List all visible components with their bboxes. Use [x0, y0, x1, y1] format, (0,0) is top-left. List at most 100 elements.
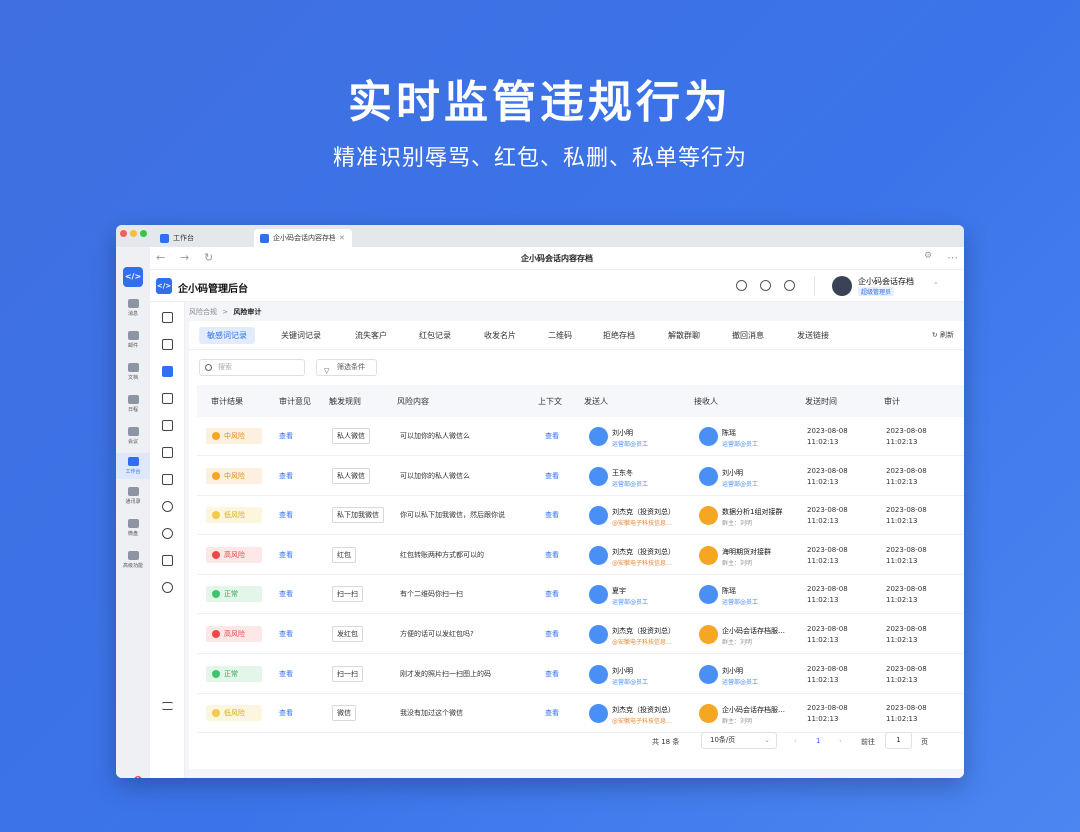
report-icon[interactable] [162, 447, 173, 458]
secondary-nav [150, 302, 185, 778]
tab-close-icon[interactable]: ✕ [339, 234, 345, 242]
app-logo[interactable]: </> [123, 267, 143, 287]
chevron-up-icon[interactable]: ⌃ [933, 281, 939, 289]
bell-icon[interactable] [162, 420, 173, 431]
sender-org: @安徽电子科技信息… [612, 559, 673, 567]
view-context-link[interactable]: 查看 [545, 471, 559, 481]
building-icon[interactable] [162, 312, 173, 323]
current-page[interactable]: 1 [816, 737, 820, 745]
browser-tab-workbench[interactable]: 工作台 [154, 229, 200, 247]
maximize-window-button[interactable] [140, 230, 147, 237]
calendar-icon [127, 395, 139, 404]
view-opinion-link[interactable]: 查看 [279, 431, 293, 441]
menu-collapse-icon[interactable] [162, 702, 173, 710]
address-title: 企小码会话内容存档 [521, 254, 593, 263]
view-context-link[interactable]: 查看 [545, 669, 559, 679]
chat-bubble-icon[interactable] [162, 501, 173, 512]
sidebar-item-label: 工作台 [125, 469, 141, 475]
view-opinion-link[interactable]: 查看 [279, 550, 293, 560]
risk-level-label: 中风险 [224, 432, 245, 440]
sender-name: 刘小明 [612, 429, 633, 437]
chart-icon[interactable] [162, 474, 173, 485]
view-context-link[interactable]: 查看 [545, 629, 559, 639]
view-context-link[interactable]: 查看 [545, 510, 559, 520]
sidebar-item-advanced[interactable]: 高级功能 [116, 551, 150, 569]
switch-icon[interactable] [784, 280, 795, 291]
tab-dissolve-group[interactable]: 解散群聊 [660, 327, 708, 344]
view-context-link[interactable]: 查看 [545, 431, 559, 441]
filter-button[interactable]: ▽ 筛选条件 [316, 359, 377, 376]
goto-page-input[interactable]: 1 [885, 732, 912, 749]
table-row: 高风险 查看 红包 红包转账两种方式都可以的 查看 刘杰克（投资刘总） @安徽电子科技信息…… [197, 536, 964, 575]
risk-content: 有个二维码你扫一扫 [400, 590, 463, 599]
sidebar-item-mail[interactable]: 邮件 [116, 331, 150, 349]
settings-icon[interactable] [162, 582, 173, 593]
audit-date: 2023-08-08 [886, 545, 927, 554]
file-icon[interactable] [162, 555, 173, 566]
sidebar-item-workbench[interactable]: 工作台 [116, 453, 150, 479]
audit-date: 2023-08-08 [886, 427, 927, 435]
next-page-icon[interactable]: › [839, 737, 842, 745]
receiver-avatar [699, 427, 718, 446]
tab-qr-code[interactable]: 二维码 [540, 327, 580, 344]
receiver-org: 群主：刘明 [722, 639, 753, 646]
close-window-button[interactable] [120, 230, 127, 237]
sidebar-item-label: 消息 [127, 311, 138, 317]
view-opinion-link[interactable]: 查看 [279, 629, 293, 639]
breadcrumb-parent[interactable]: 风险合规 [189, 308, 217, 316]
sidebar-item-drive[interactable]: 微盘 [116, 519, 150, 537]
settings-icon[interactable]: ⚙ [924, 251, 932, 261]
table-row: 中风险 查看 私人微信 可以加你的私人微信么 查看 王东冬 运营部@员工 刘小明 运营部@员工 2… [197, 457, 964, 496]
receiver-avatar [699, 466, 718, 486]
avatar[interactable] [832, 276, 852, 296]
shield-icon[interactable] [162, 393, 173, 404]
sidebar-item-meeting[interactable]: 会议 [116, 427, 150, 445]
view-context-link[interactable]: 查看 [545, 550, 559, 560]
audit-clock: 11:02:13 [886, 477, 918, 486]
trigger-rule-tag: 私人微信 [332, 467, 370, 484]
table-row: 高风险 查看 发红包 方便的话可以发红包吗? 查看 刘杰克（投资刘总） @安徽电子科技信息…… [197, 615, 964, 654]
tab-keywords[interactable]: 关键词记录 [273, 327, 329, 344]
tab-business-cards[interactable]: 收发名片 [476, 327, 524, 344]
risk-content: 方便的话可以发红包吗? [400, 630, 474, 638]
share-icon[interactable] [162, 528, 173, 539]
sidebar-item-docs[interactable]: 文档 [116, 363, 150, 381]
audit-clock: 11:02:13 [886, 715, 918, 724]
page-unit: 页 [921, 738, 928, 746]
compass-icon[interactable] [736, 280, 747, 291]
sender-avatar [589, 625, 608, 644]
more-icon[interactable]: ⋯ [947, 251, 958, 264]
risk-level-badge: 中风险 [206, 428, 262, 444]
view-opinion-link[interactable]: 查看 [279, 669, 293, 679]
page-size-select[interactable]: 10条/页 ⌄ [701, 732, 777, 749]
view-opinion-link[interactable]: 查看 [279, 708, 293, 718]
tab-lost-customers[interactable]: 流失客户 [347, 327, 395, 344]
view-opinion-link[interactable]: 查看 [279, 510, 293, 520]
receiver-avatar [699, 704, 718, 724]
refresh-button[interactable]: ↻ 刷新 [932, 330, 954, 340]
tab-refuse-archive[interactable]: 拒绝存档 [595, 327, 643, 344]
view-context-link[interactable]: 查看 [545, 708, 559, 718]
risk-level-badge: 高风险 [206, 626, 262, 642]
risk-level-label: 低风险 [224, 511, 245, 520]
sidebar-item-contacts[interactable]: 通讯录 [116, 487, 150, 505]
view-opinion-link[interactable]: 查看 [279, 471, 293, 481]
sidebar-item-calendar[interactable]: 日程 [116, 395, 150, 413]
help-icon[interactable] [760, 280, 771, 291]
tab-red-packets[interactable]: 红包记录 [411, 327, 459, 344]
tab-recall-message[interactable]: 撤回消息 [724, 327, 772, 344]
prev-page-icon[interactable]: ‹ [794, 737, 797, 745]
view-context-link[interactable]: 查看 [545, 589, 559, 599]
minimize-window-button[interactable] [130, 230, 137, 237]
folder-icon[interactable] [162, 339, 173, 350]
browser-tab-archive[interactable]: 企小码会话内容存档 ✕ [254, 229, 352, 247]
sidebar-item-messages[interactable]: 消息 [116, 299, 150, 317]
total-count: 共 18 条 [652, 738, 680, 746]
user-role-badge: 超级管理员 [858, 287, 895, 296]
risk-icon[interactable] [162, 366, 173, 377]
tab-sensitive-words[interactable]: 敏感词记录 [199, 327, 255, 344]
tab-send-link[interactable]: 发送链接 [789, 327, 837, 344]
view-opinion-link[interactable]: 查看 [279, 589, 293, 599]
risk-content: 可以加你的私人微信么 [400, 432, 470, 440]
search-input[interactable]: 搜索 [199, 359, 305, 376]
